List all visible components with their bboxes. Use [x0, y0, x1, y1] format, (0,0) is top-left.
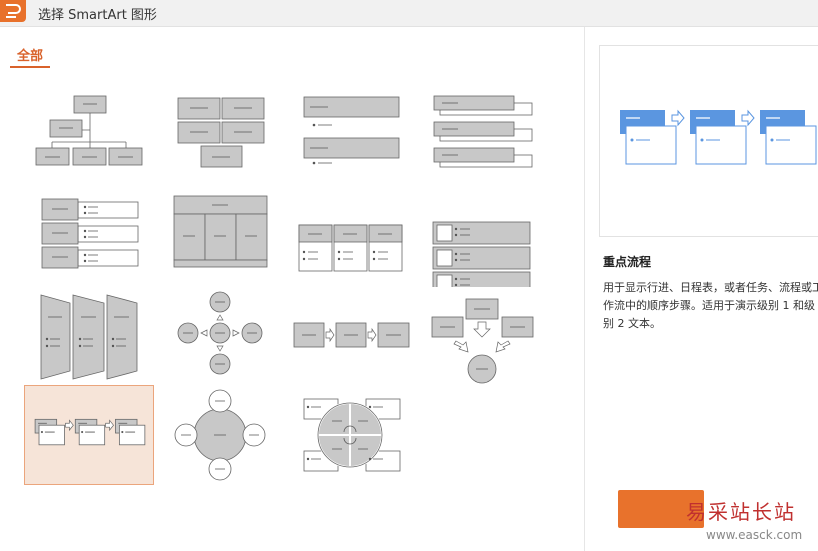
- tab-all[interactable]: 全部: [10, 45, 50, 68]
- app-logo-icon: [6, 4, 21, 18]
- smartart-vertical-box-list[interactable]: [24, 187, 154, 287]
- window-title: 选择 SmartArt 图形: [38, 8, 157, 23]
- preview-image: [599, 45, 818, 237]
- preview-panel: 重点流程 用于显示行进、日程表，或者任务、流程或工作流中的顺序步骤。适用于演示级…: [585, 27, 818, 551]
- watermark-text: 易采站长站: [686, 500, 796, 524]
- gallery-panel: 全部: [0, 27, 585, 551]
- title-bar: 选择 SmartArt 图形: [0, 0, 818, 27]
- smartart-picture-list[interactable]: [416, 187, 546, 287]
- smartart-basic-process[interactable]: [284, 289, 414, 389]
- smartart-matrix-cycle[interactable]: [284, 385, 414, 485]
- watermark-url: www.easck.com: [706, 528, 803, 542]
- smartart-stacked-list[interactable]: [416, 87, 546, 187]
- smartart-radial-cycle[interactable]: [154, 289, 284, 389]
- smartart-converging-arrows[interactable]: [416, 289, 546, 389]
- app-menu-button[interactable]: [0, 0, 26, 22]
- smartart-accent-process[interactable]: [24, 385, 154, 485]
- preview-title: 重点流程: [603, 255, 652, 269]
- smartart-column-list[interactable]: [284, 187, 414, 287]
- smartart-block-list[interactable]: [154, 87, 284, 187]
- smartart-table-hierarchy[interactable]: [154, 187, 284, 287]
- preview-description: 用于显示行进、日程表，或者任务、流程或工作流中的顺序步骤。适用于演示级别 1 和…: [603, 281, 818, 330]
- smartart-vertical-bullet-list[interactable]: [284, 87, 414, 187]
- smartart-segmented-process[interactable]: [24, 289, 154, 389]
- smartart-basic-radial[interactable]: [154, 385, 284, 485]
- smartart-hierarchy[interactable]: [24, 87, 154, 187]
